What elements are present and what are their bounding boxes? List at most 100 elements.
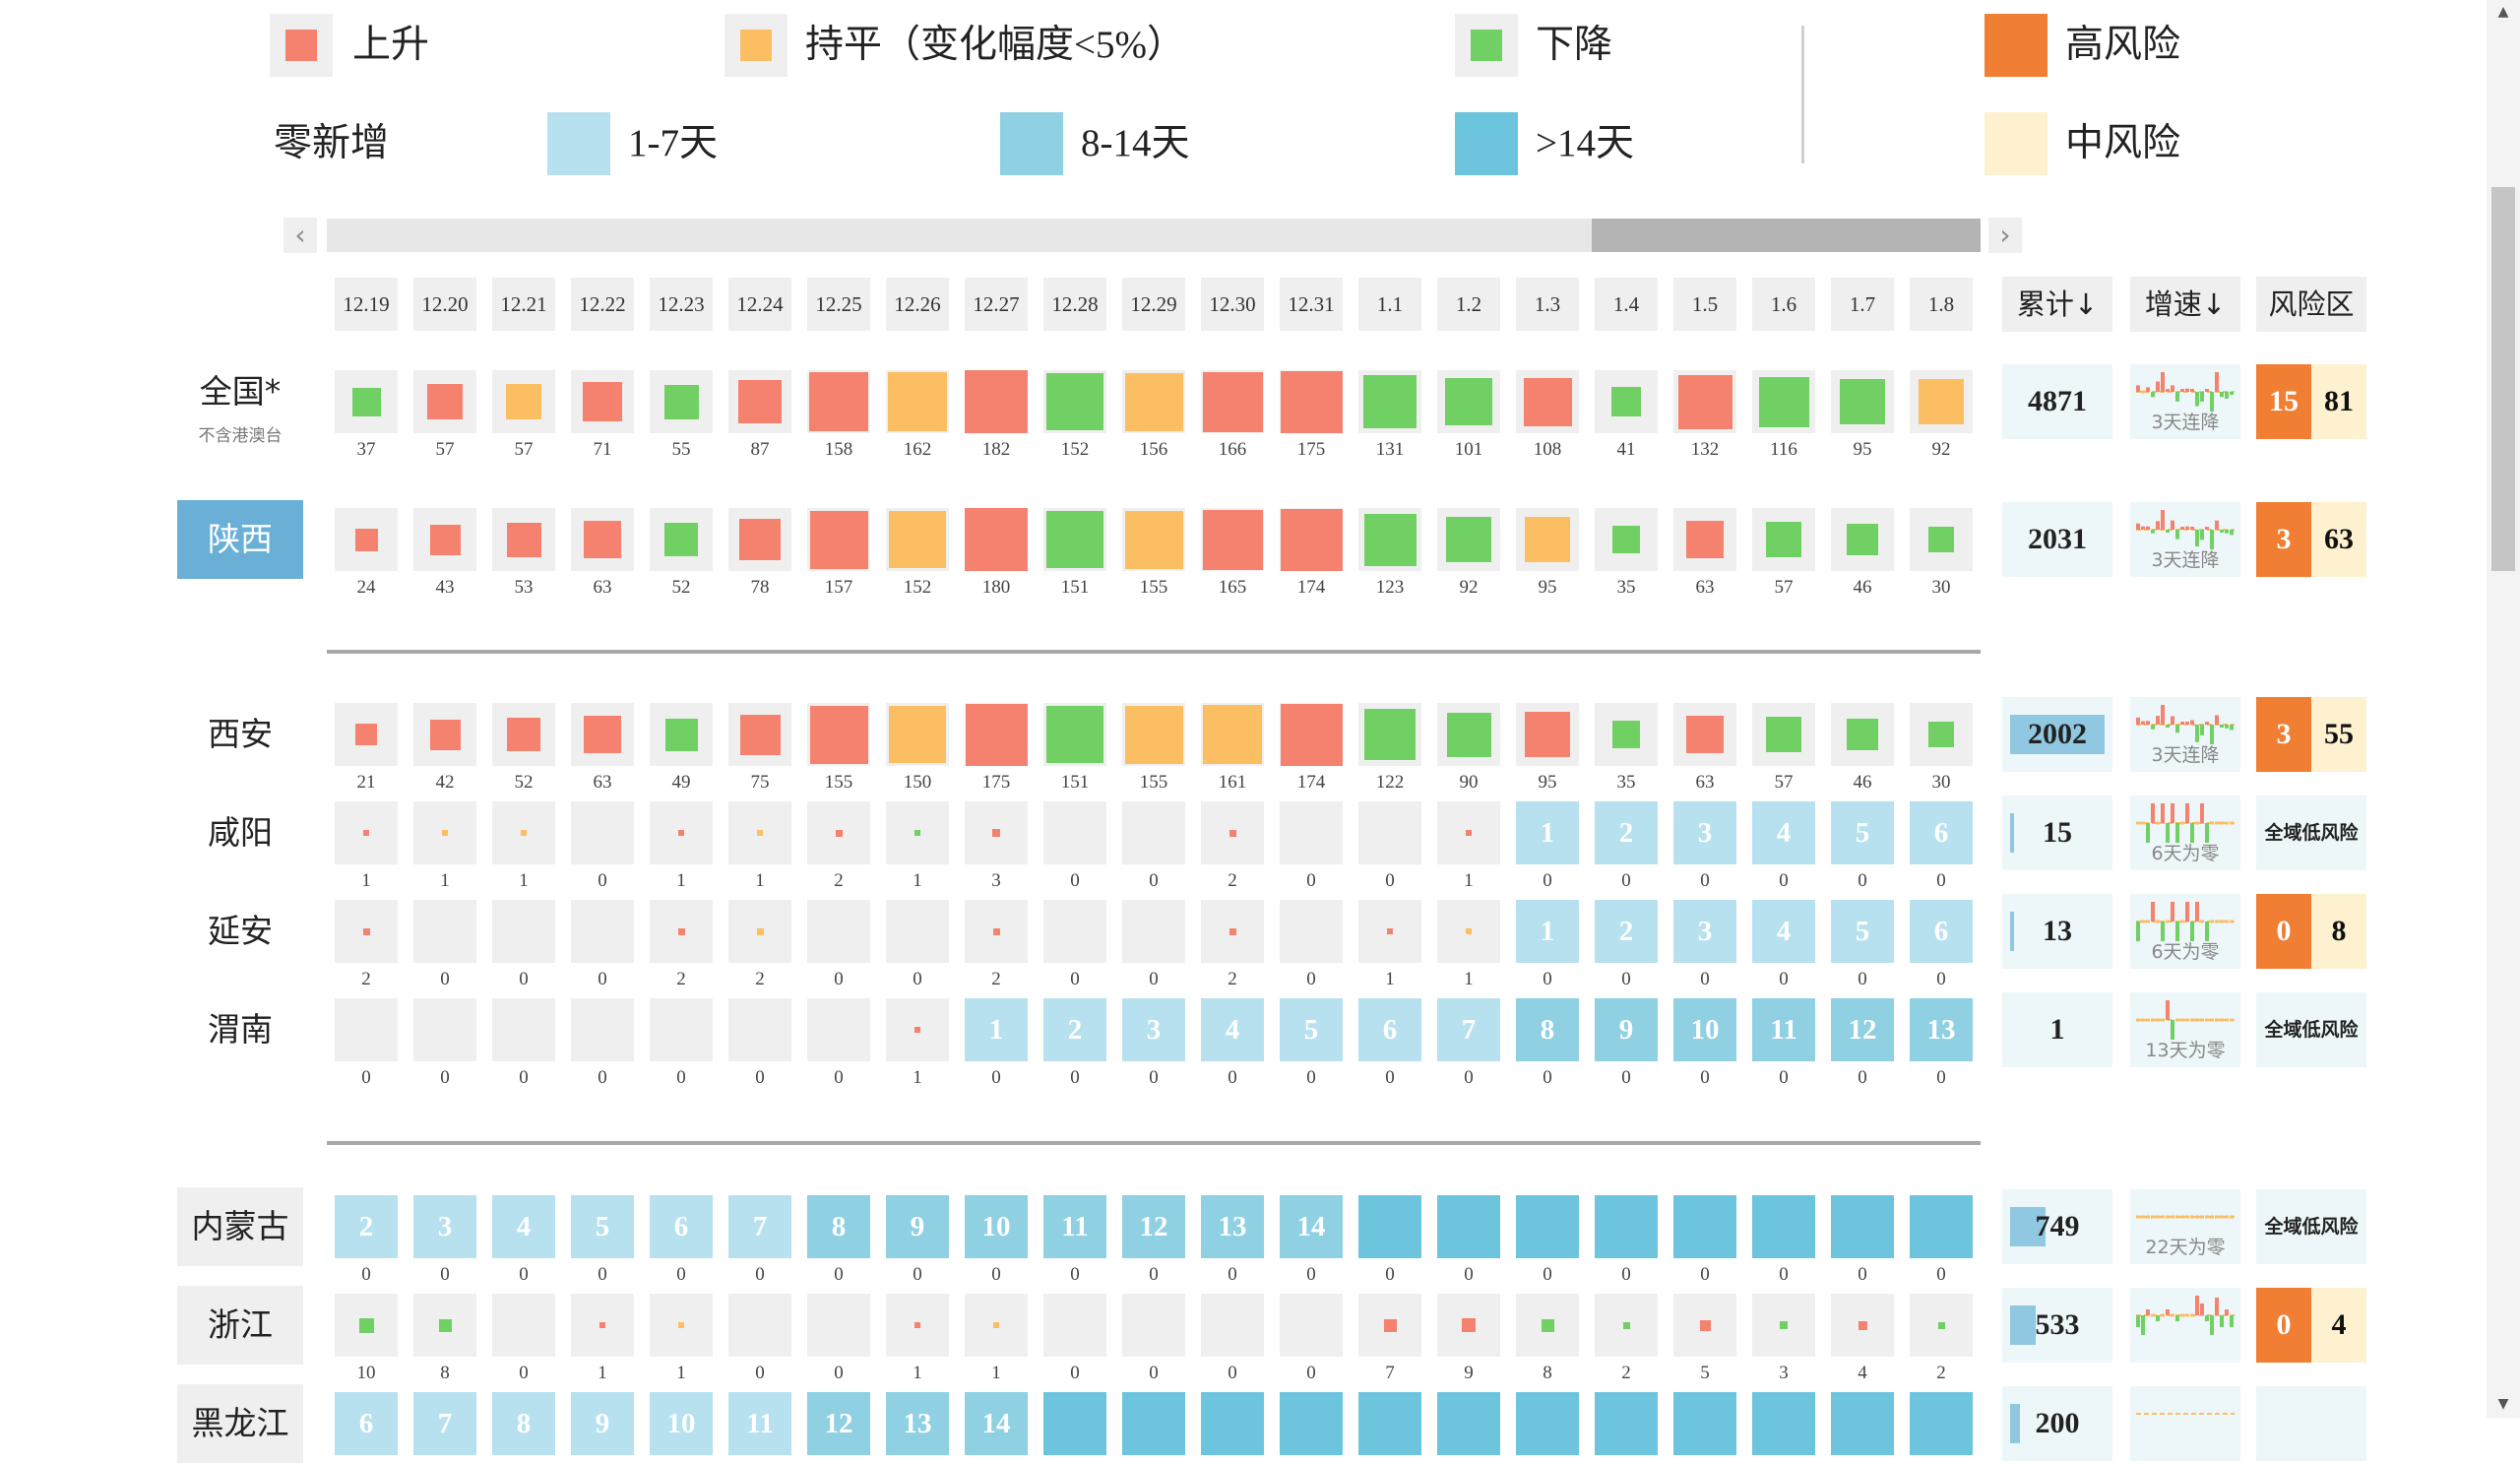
zero-day-count: 10 xyxy=(1690,1014,1720,1046)
daily-cell xyxy=(571,370,634,433)
scroll-down-icon[interactable]: ▼ xyxy=(2487,1392,2520,1416)
sparkline-bar xyxy=(2195,1018,2199,1022)
daily-cell xyxy=(335,703,398,766)
daily-value: 0 xyxy=(1936,1067,1946,1088)
scroll-right-button[interactable]: › xyxy=(1988,218,2022,253)
sparkline-bar xyxy=(2166,1000,2170,1020)
sparkline-bar xyxy=(2230,1018,2234,1022)
region-name[interactable]: 黑龙江 xyxy=(177,1384,303,1463)
daily-value: 0 xyxy=(1700,1067,1710,1088)
risk-cell[interactable]: 全域低风险 xyxy=(2256,795,2366,870)
daily-value: 0 xyxy=(1936,969,1946,989)
page-scrollbar[interactable]: ▲ ▼ xyxy=(2487,0,2520,1418)
zero-streak-cell: 8 xyxy=(492,1392,555,1455)
daily-cell xyxy=(492,508,555,571)
daily-value: 0 xyxy=(519,1363,529,1383)
zero-streak-cell xyxy=(1831,1392,1894,1455)
risk-cell[interactable] xyxy=(2256,1386,2366,1461)
zero-streak-cell: 1 xyxy=(1516,801,1579,864)
zero-streak-cell: 2 xyxy=(335,1195,398,1258)
risk-cell[interactable]: 全域低风险 xyxy=(2256,992,2366,1067)
scrollbar-thumb[interactable] xyxy=(1592,219,1981,252)
zero-day-count: 11 xyxy=(1770,1014,1797,1046)
trend-square xyxy=(739,714,781,755)
daily-value: 1 xyxy=(913,1067,922,1088)
sparkline-bar xyxy=(2190,1018,2194,1022)
sparkline-bar xyxy=(2225,725,2229,729)
legend-fall-label: 下降 xyxy=(1536,24,1613,66)
zero-day-count: 14 xyxy=(1296,1211,1326,1242)
trend-square xyxy=(355,724,377,745)
zero-day-count: 11 xyxy=(1061,1211,1089,1242)
risk-cell[interactable]: 08 xyxy=(2256,894,2366,969)
page-scrollbar-thumb[interactable] xyxy=(2491,187,2515,571)
daily-value: 1 xyxy=(1385,969,1395,989)
trend-square xyxy=(1766,717,1801,752)
sparkline-bar xyxy=(2180,722,2184,725)
risk-cell[interactable]: 全域低风险 xyxy=(2256,1189,2366,1264)
daily-cell xyxy=(492,900,555,963)
daily-value: 95 xyxy=(1538,772,1557,793)
daily-value: 92 xyxy=(1459,577,1479,598)
region-name[interactable]: 内蒙古 xyxy=(177,1187,303,1266)
region-name[interactable]: 陕西 xyxy=(177,500,303,579)
trend-square xyxy=(583,382,622,421)
region-name[interactable]: 渭南 xyxy=(177,990,303,1069)
daily-value: 8 xyxy=(440,1363,450,1383)
trend-square xyxy=(993,1322,999,1328)
daily-cell xyxy=(571,703,634,766)
daily-value: 0 xyxy=(1779,1067,1789,1088)
region-name[interactable]: 浙江 xyxy=(177,1286,303,1365)
daily-value: 0 xyxy=(1149,1264,1159,1285)
daily-value: 1 xyxy=(913,1363,922,1383)
trend-square xyxy=(1462,1318,1476,1332)
region-name[interactable]: 延安 xyxy=(177,892,303,971)
trend-square xyxy=(1928,527,1954,552)
sparkline-bar xyxy=(2146,1215,2150,1219)
sparkline-bar xyxy=(2210,920,2214,923)
sparkline-bar xyxy=(2146,721,2150,725)
trend-square xyxy=(1686,521,1724,558)
zero-streak-cell: 5 xyxy=(1831,801,1894,864)
region-name[interactable]: 咸阳 xyxy=(177,794,303,872)
date-header: 12.27 xyxy=(965,278,1028,331)
sparkline-bar xyxy=(2210,1215,2214,1219)
risk-cell[interactable]: 04 xyxy=(2256,1288,2366,1363)
daily-cell xyxy=(650,1294,713,1357)
total-cell: 533 xyxy=(2002,1288,2112,1363)
sparkline-bar xyxy=(2200,803,2204,823)
risk-cell[interactable]: 3 63 xyxy=(2256,502,2366,577)
high-risk-count: 15 xyxy=(2256,364,2311,439)
column-header-speed[interactable]: 增速↓ xyxy=(2130,277,2240,332)
scroll-left-button[interactable]: ‹ xyxy=(284,218,317,253)
daily-value: 1 xyxy=(755,870,765,891)
daily-value: 95 xyxy=(1853,439,1872,460)
daily-value: 101 xyxy=(1454,439,1483,460)
zero-day-count: 8 xyxy=(1540,1014,1555,1046)
daily-value: 63 xyxy=(593,577,612,598)
risk-cell[interactable]: 15 81 xyxy=(2256,364,2366,439)
total-value: 2031 xyxy=(2028,523,2087,555)
daily-cell xyxy=(1122,703,1185,766)
scroll-up-icon[interactable]: ▲ xyxy=(2487,0,2520,24)
zero-streak-cell xyxy=(1437,1392,1500,1455)
trend-square xyxy=(429,719,461,750)
daily-cell xyxy=(571,998,634,1061)
daily-value: 2 xyxy=(1621,1363,1631,1383)
trend-square xyxy=(1677,374,1732,429)
daily-cell xyxy=(965,508,1028,571)
sparkline-bar xyxy=(2185,388,2189,392)
trend-square xyxy=(914,830,920,836)
daily-value: 180 xyxy=(981,577,1011,598)
region-name[interactable]: 西安 xyxy=(177,695,303,774)
risk-cell[interactable]: 3 55 xyxy=(2256,697,2366,772)
horizontal-scrollbar[interactable] xyxy=(327,219,1981,252)
daily-value: 152 xyxy=(1060,439,1090,460)
daily-value: 162 xyxy=(903,439,932,460)
sparkline-bar xyxy=(2205,1315,2209,1321)
zero-streak-cell: 12 xyxy=(807,1392,870,1455)
sparkline-bar xyxy=(2136,821,2140,825)
sparkline-bar xyxy=(2151,725,2155,730)
trend-label: 6天为零 xyxy=(2151,843,2220,864)
column-header-total[interactable]: 累计↓ xyxy=(2002,277,2112,332)
